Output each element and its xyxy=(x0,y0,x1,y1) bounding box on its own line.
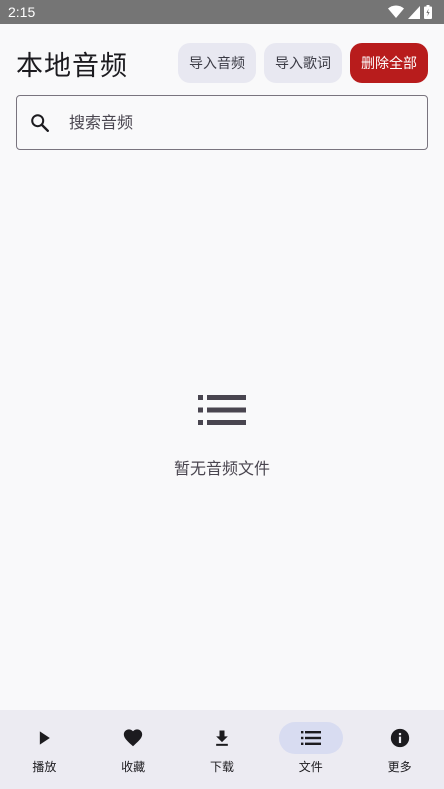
nav-label-play: 播放 xyxy=(32,760,57,774)
nav-label-files: 文件 xyxy=(298,760,323,774)
search-input[interactable] xyxy=(69,113,389,132)
nav-item-favorites[interactable]: 收藏 xyxy=(89,710,177,775)
download-icon xyxy=(216,730,228,746)
nav-label-download: 下载 xyxy=(209,760,234,774)
nav-icon-container xyxy=(278,722,343,754)
nav-icon-container xyxy=(190,722,254,754)
info-icon xyxy=(390,728,409,748)
nav-icon-container xyxy=(368,722,432,754)
nav-label-favorites: 收藏 xyxy=(121,760,146,774)
heart-icon xyxy=(124,729,143,747)
nav-item-more[interactable]: 更多 xyxy=(356,710,444,775)
wifi-icon xyxy=(388,5,404,18)
list-icon xyxy=(198,395,246,425)
nav-item-play[interactable]: 播放 xyxy=(0,710,88,775)
import-audio-button[interactable]: 导入音频 xyxy=(178,43,256,83)
delete-all-button[interactable]: 删除全部 xyxy=(350,43,428,83)
empty-state-text: 暂无音频文件 xyxy=(173,459,270,478)
empty-state: 暂无音频文件 xyxy=(0,395,444,479)
play-icon xyxy=(40,731,51,745)
status-bar: 2:15 xyxy=(0,0,444,24)
signal-icon xyxy=(408,5,420,19)
nav-item-download[interactable]: 下载 xyxy=(178,710,266,775)
nav-label-more: 更多 xyxy=(387,760,412,774)
import-lyrics-button[interactable]: 导入歌词 xyxy=(264,43,342,83)
nav-icon-container xyxy=(12,722,76,754)
battery-icon xyxy=(424,5,432,19)
nav-item-files[interactable]: 文件 xyxy=(267,710,355,775)
search-icon xyxy=(31,113,49,132)
page-title: 本地音频 xyxy=(16,50,128,82)
bottom-navigation: 播放 收藏 下载 文件 更多 xyxy=(0,710,444,789)
status-time: 2:15 xyxy=(8,4,36,20)
nav-icon-container xyxy=(101,722,165,754)
search-field[interactable] xyxy=(16,95,428,150)
status-icons xyxy=(388,5,432,19)
list-icon xyxy=(300,731,321,745)
header: 本地音频 导入音频 导入歌词 删除全部 xyxy=(16,42,428,84)
